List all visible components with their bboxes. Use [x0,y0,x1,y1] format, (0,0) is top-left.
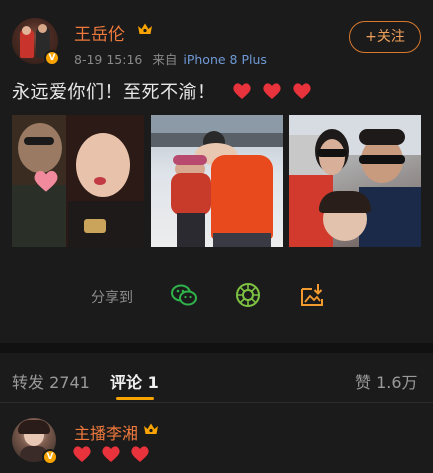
source-prefix: 来自 [152,52,178,67]
heart-emoji-icon [292,82,312,100]
crown-icon [144,423,158,434]
tab-repost[interactable]: 转发 2741 [12,369,90,393]
heart-emoji-icon [262,82,282,100]
post-photo-3[interactable] [289,115,421,247]
heart-emoji-icon [72,445,92,463]
post-source[interactable]: iPhone 8 Plus [183,52,267,67]
author-name[interactable]: 王岳伦 [74,20,125,45]
moments-icon[interactable] [234,281,262,309]
post-content: 永远爱你们！至死不渝！ [12,78,312,104]
comment-item: V 主播李湘 [0,404,433,473]
comment-content [72,445,150,465]
post-date: 8-19 15:16 [74,52,143,67]
post-meta: 8-19 15:16 来自 iPhone 8 Plus [74,49,267,68]
commenter-name[interactable]: 主播李湘 [74,420,138,444]
post-photo-1[interactable] [12,115,144,247]
share-label: 分享到 [91,290,133,306]
wechat-icon[interactable] [170,281,198,309]
verified-badge: V [44,50,60,66]
heart-emoji-icon [232,82,252,100]
verified-badge: V [42,449,58,465]
tab-like[interactable]: 赞 1.6万 [355,369,418,393]
tab-comment[interactable]: 评论 1 [110,369,159,393]
post-photo-2[interactable] [151,115,283,247]
heart-emoji-icon [101,445,121,463]
engagement-tabs: 转发 2741 评论 1 赞 1.6万 [0,353,433,403]
section-divider [0,343,433,353]
share-row: 分享到 [0,281,433,309]
crown-icon [138,23,152,34]
weibo-post: V 王岳伦 8-19 15:16 来自 iPhone 8 Plus +关注 永远… [0,0,433,343]
post-text: 永远爱你们！至死不渝！ [12,82,216,103]
active-tab-indicator [116,397,154,400]
follow-button[interactable]: +关注 [349,21,421,53]
heart-emoji-icon [130,445,150,463]
save-image-icon[interactable] [298,281,326,309]
